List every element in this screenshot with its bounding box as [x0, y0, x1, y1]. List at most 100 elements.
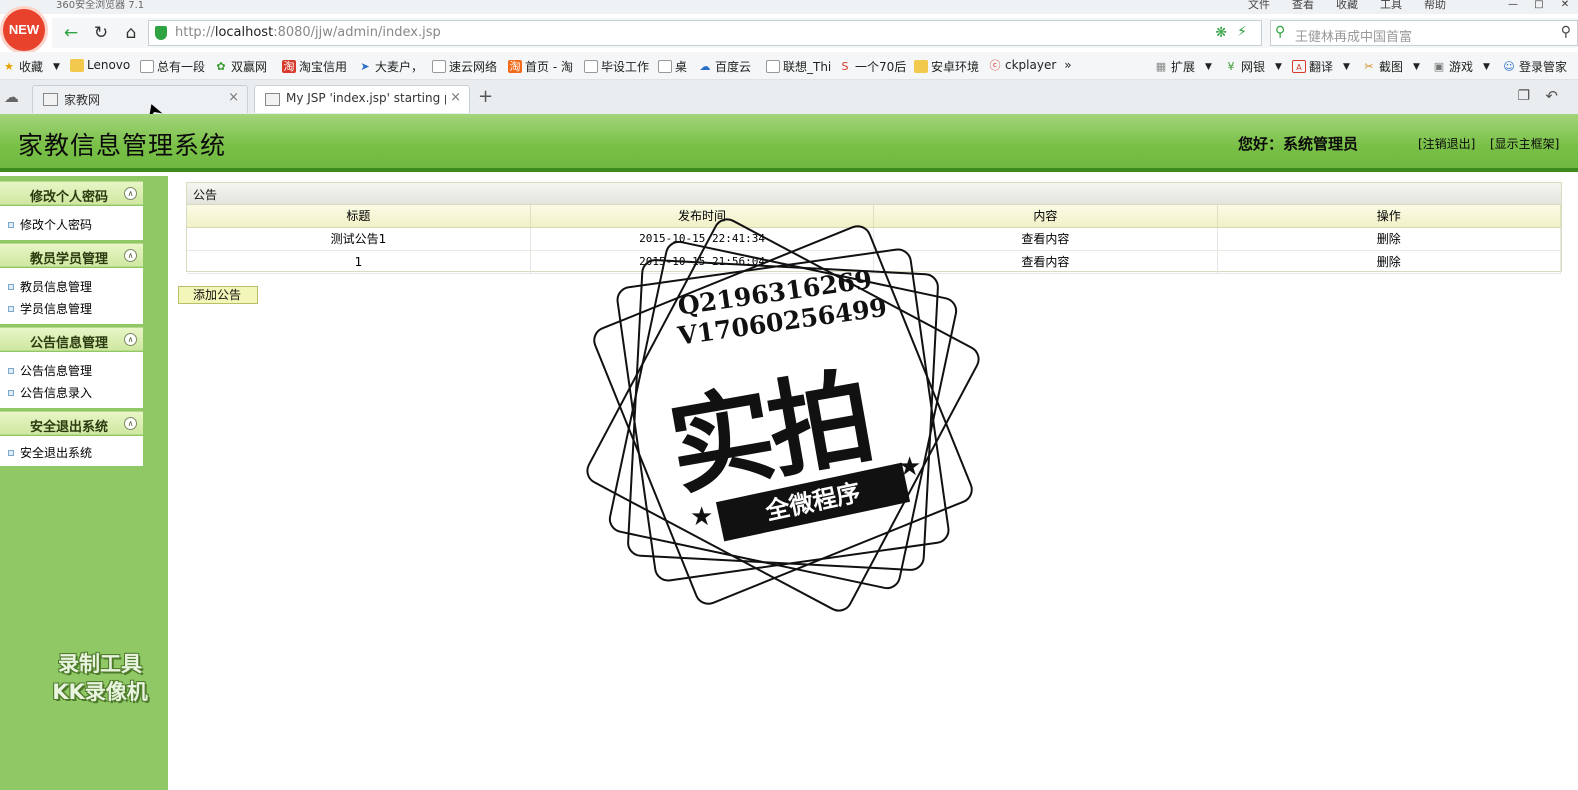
menu-view[interactable]: 查看 [1292, 0, 1314, 12]
menu-help[interactable]: 帮助 [1424, 0, 1446, 12]
column-header-content: 内容 [873, 205, 1218, 228]
page-icon [584, 60, 598, 73]
url-input[interactable]: http://localhost:8080/jjw/admin/index.js… [148, 20, 1283, 46]
delete-link[interactable]: 删除 [1217, 227, 1562, 251]
collapse-icon[interactable]: ∧ [124, 249, 137, 262]
close-tab-icon[interactable]: × [450, 90, 461, 105]
bookmark-zongyouyiduan[interactable]: 总有一段 [140, 58, 205, 75]
logout-link[interactable]: [注销退出] [1418, 135, 1475, 152]
cloud-icon[interactable]: ☁ [4, 88, 19, 106]
arrow-icon: ➤ [360, 60, 370, 73]
panel-title: 公告 [193, 188, 218, 202]
grid-icon: ▦ [1155, 60, 1167, 73]
refresh-icon[interactable]: ↻ [90, 22, 112, 44]
restore-tabs-icon[interactable]: ❐ [1517, 88, 1530, 104]
new-tab-icon[interactable]: + [478, 86, 493, 107]
browser-title-bar: 360安全浏览器 7.1 文件 查看 收藏 工具 帮助 — □ ✕ [0, 0, 1578, 14]
cell-title: 测试公告1 [187, 227, 531, 251]
sidebar-item-safe-logout[interactable]: 安全退出系统 [8, 444, 92, 461]
folder-icon [70, 58, 84, 72]
translate-icon: A [1292, 60, 1306, 73]
toolbar-ebank[interactable]: ¥ 网银 ▼ [1224, 58, 1282, 75]
bullet-icon [8, 389, 14, 396]
speed-icon[interactable]: ❋ [1215, 25, 1227, 41]
sidebar-group-logout[interactable]: 安全退出系统 ∧ [0, 411, 143, 435]
search-icon[interactable]: ⚲ [1561, 24, 1571, 40]
toolbar-translate[interactable]: A 翻译 ▼ [1292, 58, 1350, 75]
gamepad-icon: ▣ [1433, 60, 1445, 73]
security-shield-icon [155, 26, 167, 40]
tab-index-jsp[interactable]: My JSP 'index.jsp' starting page × [254, 85, 470, 113]
add-notice-button[interactable]: 添加公告 [178, 286, 258, 304]
app-header: 家教信息管理系统 您好：系统管理员 [注销退出] [显示主框架] [0, 114, 1578, 172]
lightning-icon[interactable]: ⚡ [1237, 24, 1247, 40]
sidebar-group-teacher-student[interactable]: 教员学员管理 ∧ [0, 243, 143, 267]
sidebar-item-notice-manage[interactable]: 公告信息管理 [8, 362, 92, 379]
panel-header: 公告 [187, 183, 1561, 205]
bookmark-android-env[interactable]: 安卓环境 [914, 58, 979, 75]
watermark-stamp: Q2196316269 V17060256499 实拍 全微程序 ★ ★ [581, 213, 985, 617]
bookmark-zhuo[interactable]: 桌 [658, 58, 687, 75]
window-title: 360安全浏览器 7.1 [56, 0, 145, 11]
sidebar-group-body: 公告信息管理 公告信息录入 [0, 352, 143, 408]
sidebar-item-teacher-manage[interactable]: 教员信息管理 [8, 278, 92, 295]
browser-logo[interactable]: NEW [0, 6, 48, 54]
search-box[interactable]: ⚲ 王健林再成中国首富 ⚲ [1270, 20, 1578, 46]
sidebar-group-body: 教员信息管理 学员信息管理 [0, 268, 143, 324]
bookmark-taobao-home[interactable]: 淘首页 - 淘 [508, 58, 573, 75]
bookmark-favorites[interactable]: ★ 收藏 ▼ [2, 58, 60, 75]
bookmark-taobao-credit[interactable]: 淘淘宝信用 [282, 58, 347, 75]
sidebar-group-change-password[interactable]: 修改个人密码 ∧ [0, 181, 143, 205]
sidebar-item-notice-entry[interactable]: 公告信息录入 [8, 384, 92, 401]
toolbar-games[interactable]: ▣ 游戏 ▼ [1432, 58, 1490, 75]
bookmark-baiduyun[interactable]: ☁ 百度云 [698, 58, 752, 75]
collapse-icon[interactable]: ∧ [124, 187, 137, 200]
collapse-icon[interactable]: ∧ [124, 333, 137, 346]
system-title: 家教信息管理系统 [18, 131, 227, 160]
url-text: http://localhost:8080/jjw/admin/index.js… [175, 25, 441, 40]
minimize-icon[interactable]: — [1500, 0, 1526, 10]
bullet-icon [8, 449, 14, 456]
undo-close-icon[interactable]: ↶ [1545, 87, 1558, 105]
tab-label: My JSP 'index.jsp' starting page [286, 91, 446, 105]
menu-favorites[interactable]: 收藏 [1336, 0, 1358, 12]
bookmark-suyun[interactable]: 速云网络 [432, 58, 497, 75]
search-engine-icon: ⚲ [1275, 24, 1286, 40]
page-favicon-icon [43, 93, 58, 106]
back-arrow-icon[interactable]: ← [60, 22, 82, 44]
user-icon: ☺ [1503, 60, 1515, 73]
home-icon[interactable]: ⌂ [120, 22, 142, 44]
sidebar-item-student-manage[interactable]: 学员信息管理 [8, 300, 92, 317]
toolbar-extensions[interactable]: ▦ 扩展 ▼ [1154, 58, 1212, 75]
menu-file[interactable]: 文件 [1248, 0, 1270, 12]
caret-down-icon: ▼ [1483, 61, 1490, 72]
maximize-icon[interactable]: □ [1526, 0, 1552, 10]
menu-tools[interactable]: 工具 [1380, 0, 1402, 12]
bookmark-lenovo-think[interactable]: 联想_Thi [766, 58, 831, 75]
caret-down-icon: ▼ [1275, 61, 1282, 72]
star-icon: ★ [4, 60, 14, 73]
sidebar-group-notice[interactable]: 公告信息管理 ∧ [0, 327, 143, 351]
bookmark-lenovo[interactable]: Lenovo [70, 58, 130, 72]
leaf-icon: ✿ [216, 60, 226, 73]
search-placeholder: 王健林再成中国首富 [1295, 30, 1413, 45]
toolbar-screenshot[interactable]: ✂ 截图 ▼ [1362, 58, 1420, 75]
caret-down-icon: ▼ [1413, 61, 1420, 72]
folder-icon [914, 60, 928, 73]
page-favicon-icon [265, 93, 280, 106]
bookmark-bishe[interactable]: 毕设工作 [584, 58, 649, 75]
delete-link[interactable]: 删除 [1217, 250, 1562, 274]
close-window-icon[interactable]: ✕ [1552, 0, 1578, 10]
address-toolbar: ← ↻ ⌂ http://localhost:8080/jjw/admin/in… [52, 18, 1578, 48]
bookmark-shuangying[interactable]: ✿ 双赢网 [214, 58, 267, 75]
toolbar-login-manager[interactable]: ☺ 登录管家 [1502, 58, 1567, 75]
show-main-frame-link[interactable]: [显示主框架] [1490, 135, 1559, 152]
column-header-time: 发布时间 [530, 205, 875, 228]
tab-jiajiaowang[interactable]: 家教网 × [32, 85, 248, 113]
sidebar-item-change-password[interactable]: 修改个人密码 [8, 216, 92, 233]
close-tab-icon[interactable]: × [228, 90, 239, 105]
collapse-icon[interactable]: ∧ [124, 417, 137, 430]
bookmark-ckplayer[interactable]: ⓒ ckplayer» [988, 58, 1072, 72]
bookmark-damaihu[interactable]: ➤ 大麦户， [358, 58, 423, 75]
bookmark-70hou[interactable]: S 一个70后 [838, 58, 907, 75]
